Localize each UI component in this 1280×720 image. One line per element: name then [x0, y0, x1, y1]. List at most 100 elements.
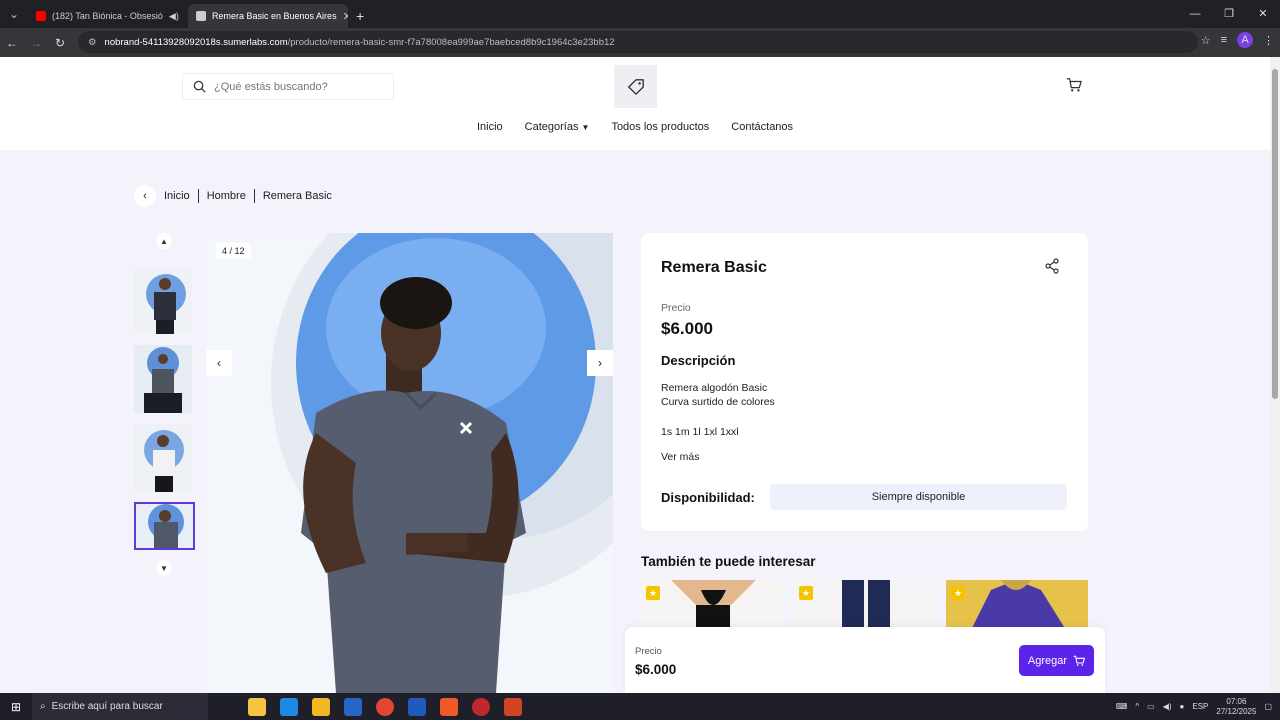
related-product-3[interactable]: ★: [946, 580, 1088, 630]
chrome-icon[interactable]: [376, 697, 394, 716]
forward-icon[interactable]: →: [24, 36, 48, 50]
thumbnail-image: [134, 266, 192, 334]
description-line-2: Curva surtido de colores: [661, 396, 775, 408]
web-page: Inicio Categorías ▼ Todos los productos …: [0, 57, 1270, 693]
menu-item-inicio[interactable]: Inicio: [477, 121, 503, 133]
thumbs-down-chevron-icon[interactable]: ▼: [156, 560, 172, 576]
tab-youtube[interactable]: (182) Tan Biónica - Obsesió ◀) ✕: [28, 4, 188, 28]
sticky-price-label: Precio: [635, 646, 662, 657]
taskbar-search[interactable]: ⌕ Escribe aquí para buscar: [32, 693, 208, 720]
thumbnail-image: [136, 504, 193, 548]
browser-tabstrip: ⌄ (182) Tan Biónica - Obsesió ◀) ✕ Remer…: [0, 0, 1280, 28]
breadcrumb-item-hombre[interactable]: Hombre: [207, 190, 246, 202]
price-label: Precio: [661, 302, 691, 314]
site-info-icon[interactable]: ⚙: [88, 37, 97, 48]
minimize-button[interactable]: —: [1178, 0, 1212, 28]
product-photo: [206, 233, 613, 693]
product-title: Remera Basic: [661, 259, 767, 276]
back-arrow-button[interactable]: ‹: [134, 185, 156, 207]
reading-list-icon[interactable]: ≡: [1221, 34, 1227, 46]
window-controls: — ❐ ✕: [1178, 0, 1280, 28]
next-image-button[interactable]: ›: [587, 350, 613, 376]
notifications-icon[interactable]: ▢: [1264, 702, 1272, 711]
profile-avatar[interactable]: A: [1237, 32, 1253, 48]
word-icon[interactable]: [408, 697, 426, 716]
thumbs-up-chevron-icon[interactable]: ▲: [156, 233, 172, 249]
thumbnail-image: [134, 424, 192, 492]
close-icon[interactable]: ✕: [343, 10, 348, 23]
search-box[interactable]: [182, 73, 394, 100]
sizes-text: 1s 1m 1l 1xl 1xxl: [661, 426, 739, 438]
tab-search-icon[interactable]: ⌄: [0, 0, 28, 28]
language-indicator[interactable]: ESP: [1192, 702, 1208, 711]
featured-star-icon: ★: [799, 586, 813, 600]
related-product-1[interactable]: ★: [641, 580, 783, 630]
thumbnail-3[interactable]: [134, 424, 192, 492]
menu-item-categorias[interactable]: Categorías ▼: [525, 121, 590, 133]
related-image: [794, 580, 936, 630]
windows-start-icon[interactable]: ⊞: [0, 700, 32, 714]
menu-item-label: Categorías: [524, 121, 579, 133]
featured-star-icon: ★: [646, 586, 660, 600]
thumbnail-4-selected[interactable]: [134, 502, 195, 550]
youtube-icon: [36, 11, 46, 21]
related-product-2[interactable]: ★: [794, 580, 936, 630]
tag-icon: [627, 78, 644, 95]
menu-item-todos[interactable]: Todos los productos: [611, 121, 709, 133]
reload-icon[interactable]: ↻: [48, 36, 72, 50]
add-label: Agregar: [1027, 654, 1068, 667]
close-window-button[interactable]: ✕: [1246, 0, 1280, 28]
scrollbar-thumb[interactable]: [1272, 69, 1278, 399]
related-image: [946, 580, 1088, 630]
new-tab-button[interactable]: +: [348, 4, 372, 28]
edge-icon[interactable]: [280, 697, 298, 716]
clock[interactable]: 07:06 27/12/2025: [1216, 697, 1256, 717]
search-input[interactable]: [214, 80, 384, 93]
bookmark-star-icon[interactable]: ☆: [1201, 34, 1211, 47]
back-icon[interactable]: ←: [0, 36, 24, 50]
browser-menu-icon[interactable]: ⋮: [1263, 34, 1274, 47]
page-scrollbar[interactable]: [1270, 57, 1280, 693]
url-host: nobrand-54113928092018s.sumerlabs.com: [104, 36, 288, 48]
see-more-link[interactable]: Ver más: [661, 450, 700, 464]
featured-star-icon: ★: [951, 586, 965, 600]
windows-taskbar: ⊞ ⌕ Escribe aquí para buscar ⌨ ^ ▭ ◀) ● …: [0, 693, 1280, 720]
search-icon: ⌕: [40, 701, 46, 712]
share-button[interactable]: [1044, 258, 1060, 279]
store-logo[interactable]: [614, 65, 657, 108]
availability-label: Disponibilidad:: [661, 490, 755, 505]
clock-date: 27/12/2025: [1216, 706, 1257, 716]
add-to-cart-button[interactable]: Agregar: [1019, 645, 1094, 676]
cart-button[interactable]: [1066, 77, 1082, 98]
brave-icon[interactable]: [440, 697, 458, 716]
volume-icon[interactable]: ◀): [1163, 702, 1172, 711]
url-field[interactable]: ⚙ nobrand-54113928092018s.sumerlabs.com …: [78, 31, 1198, 53]
main-product-image: 4 / 12: [206, 233, 613, 693]
clock-time: 07:06: [1226, 696, 1247, 706]
thumbnail-1[interactable]: [134, 266, 192, 334]
mic-icon[interactable]: ●: [1180, 702, 1185, 711]
thumbnail-image: [134, 345, 192, 413]
availability-value: Siempre disponible: [770, 484, 1067, 510]
network-icon[interactable]: ▭: [1147, 702, 1155, 711]
prev-image-button[interactable]: ‹: [206, 350, 232, 376]
tab-product[interactable]: Remera Basic en Buenos Aires ✕: [188, 4, 348, 28]
keyboard-icon[interactable]: ⌨: [1116, 702, 1128, 711]
related-heading: También te puede interesar: [641, 554, 816, 569]
copilot-icon[interactable]: [248, 697, 266, 716]
main-menu: Inicio Categorías ▼ Todos los productos …: [0, 121, 1270, 133]
breadcrumb-item-inicio[interactable]: Inicio: [164, 190, 190, 202]
image-counter: 4 / 12: [216, 243, 251, 259]
description-line-1: Remera algodón Basic: [661, 382, 768, 394]
tray-chevron-icon[interactable]: ^: [1135, 702, 1139, 711]
mail-icon[interactable]: [344, 697, 362, 716]
tab-title: Remera Basic en Buenos Aires: [212, 11, 337, 21]
file-explorer-icon[interactable]: [312, 697, 330, 716]
sticky-price: $6.000: [635, 662, 677, 677]
menu-item-contacto[interactable]: Contáctanos: [731, 121, 793, 133]
powerpoint-icon[interactable]: [504, 697, 522, 716]
sticky-add-bar: Precio $6.000 Agregar: [625, 627, 1105, 693]
app-icon[interactable]: [472, 697, 490, 716]
restore-button[interactable]: ❐: [1212, 0, 1246, 28]
thumbnail-2[interactable]: [134, 345, 192, 413]
